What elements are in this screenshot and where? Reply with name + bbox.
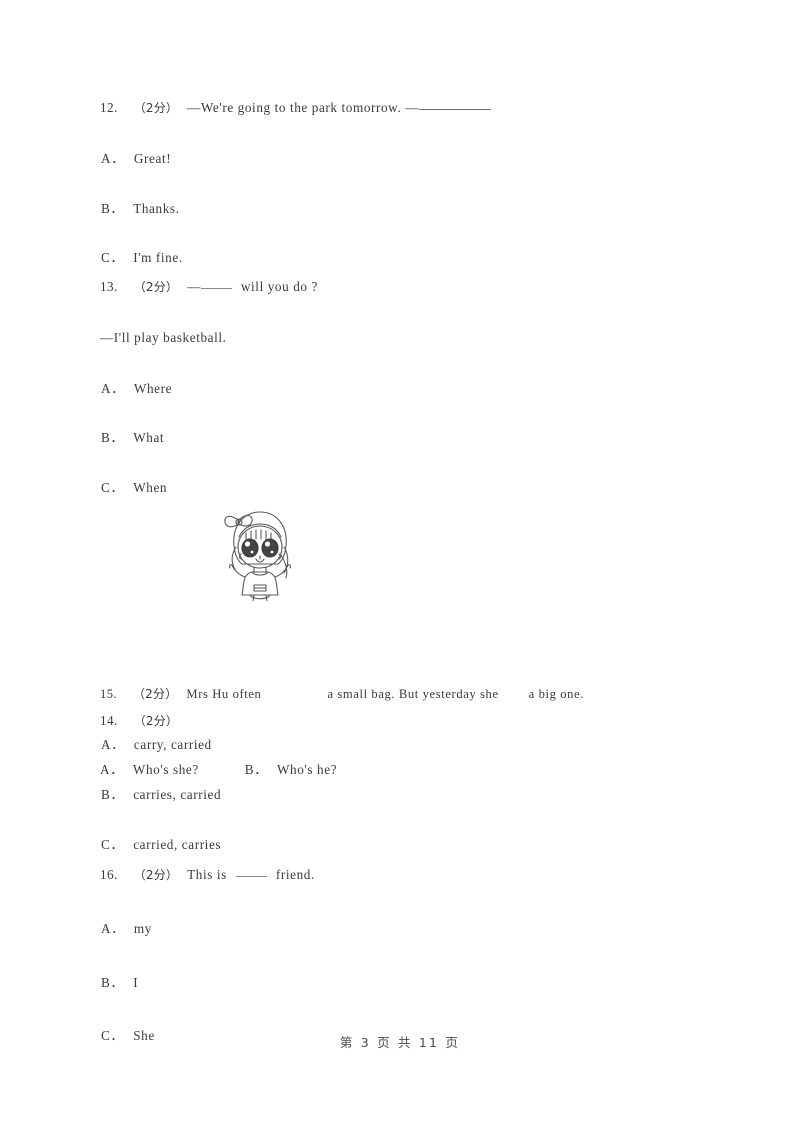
question-block-15: 15. （2分） Mrs Hu often a small bag. But yest…	[100, 686, 700, 853]
option-text: What	[133, 430, 165, 446]
question-13-marks: （2分）	[133, 280, 179, 294]
option-text: Thanks.	[133, 200, 180, 216]
answer-blank[interactable]	[235, 866, 267, 877]
question-15-option-a[interactable]: A． carry, carried	[100, 736, 700, 754]
option-letter: B	[101, 974, 111, 990]
question-16-number: 16.	[100, 867, 118, 882]
option-letter: A	[101, 920, 112, 936]
option-letter: A	[101, 380, 112, 396]
option-text: Great!	[133, 150, 172, 166]
document-page: 12. （2分） —We're going to the park tomorrow…	[0, 0, 800, 1132]
question-13-stem-tail: will you do ?	[240, 279, 318, 294]
cartoon-girl-with-bow-icon	[224, 511, 291, 601]
option-letter: C	[101, 836, 111, 852]
question-12-stem-text: —We're going to the park tomorrow. —	[187, 100, 420, 115]
option-text: carries, carried	[133, 786, 222, 802]
option-separator: ．	[110, 786, 125, 802]
question-14-illustration	[216, 503, 304, 601]
question-16-option-a[interactable]: A． my	[100, 920, 700, 938]
option-separator: ．	[110, 974, 125, 990]
question-13-number: 13.	[100, 279, 118, 294]
question-12-option-a[interactable]: A． Great!	[100, 150, 700, 168]
question-13-stem-lead: —	[187, 279, 201, 294]
option-text: Where	[133, 380, 173, 396]
question-15-stem-part2: a small bag. But yesterday she	[327, 687, 499, 701]
option-letter: C	[101, 250, 111, 266]
question-15-stem-part3: a big one.	[528, 687, 584, 701]
option-letter: B	[101, 200, 111, 216]
option-text: carried, carries	[133, 836, 222, 852]
question-16-option-b[interactable]: B． I	[100, 974, 700, 992]
question-13-option-b[interactable]: B． What	[100, 429, 700, 447]
option-separator: ．	[111, 150, 125, 166]
option-separator: ．	[110, 250, 125, 266]
question-15-option-c[interactable]: C． carried, carries	[100, 836, 700, 854]
question-12-stem: 12. （2分） —We're going to the park tomorrow…	[100, 98, 700, 117]
question-16-stem: 16. （2分） This is friend.	[100, 866, 700, 884]
option-separator: ．	[110, 430, 125, 446]
option-letter: A	[101, 150, 112, 166]
question-16-marks: （2分）	[133, 868, 179, 882]
question-13-stem: 13. （2分） — will you do ?	[100, 278, 700, 296]
option-text: I'm fine.	[133, 250, 183, 266]
question-block-12: 12. （2分） —We're going to the park tomorrow…	[100, 98, 700, 267]
question-13-sub-line: —I'll play basketball.	[100, 329, 227, 345]
question-12-number: 12.	[100, 100, 118, 115]
option-text: my	[133, 920, 152, 936]
option-text: When	[133, 480, 168, 496]
answer-blank[interactable]	[419, 98, 492, 110]
option-separator: ．	[110, 836, 125, 852]
question-16-stem-tail: friend.	[275, 867, 315, 882]
question-13-option-a[interactable]: A． Where	[100, 380, 700, 398]
question-13-option-c[interactable]: C． When	[100, 479, 700, 497]
question-15-stem-part1: Mrs Hu often	[186, 687, 262, 701]
question-block-13: 13. （2分） — will you do ? —I'll play basketb…	[100, 278, 700, 497]
option-text: carry, carried	[133, 737, 212, 752]
option-letter: B	[101, 786, 111, 802]
option-text: I	[133, 974, 139, 990]
question-15-option-b[interactable]: B． carries, carried	[100, 786, 700, 804]
question-15-marks: （2分）	[132, 687, 178, 701]
question-block-16: 16. （2分） This is friend. A． my B． I C． She	[100, 866, 700, 1045]
question-12-option-c[interactable]: C． I'm fine.	[100, 249, 700, 267]
option-separator: ．	[110, 480, 125, 496]
option-letter: C	[101, 480, 111, 496]
page-footer: 第 3 页 共 11 页	[339, 1035, 461, 1050]
option-letter: A	[101, 737, 112, 752]
answer-blank[interactable]	[200, 278, 232, 289]
option-separator: ．	[111, 380, 125, 396]
question-16-stem-lead: This is	[187, 867, 227, 882]
option-separator: ．	[111, 920, 125, 936]
option-separator: ．	[110, 200, 125, 216]
question-12-option-b[interactable]: B． Thanks.	[100, 200, 700, 218]
option-letter: B	[101, 430, 111, 446]
question-12-marks: （2分）	[133, 101, 179, 115]
question-15-number: 15.	[100, 687, 117, 701]
question-15-stem: 15. （2分） Mrs Hu often a small bag. But yest…	[100, 686, 700, 703]
option-separator: ．	[111, 737, 125, 752]
